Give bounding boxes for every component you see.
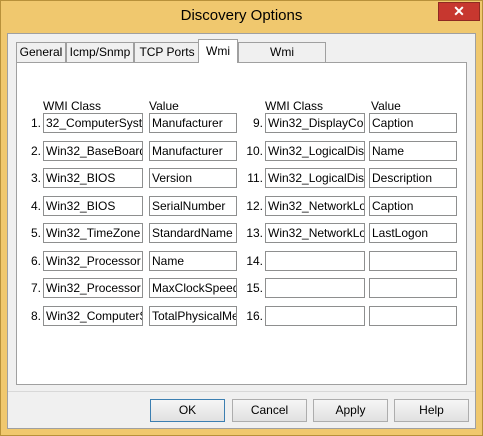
right-wmi-class-header: WMI Class bbox=[265, 99, 323, 113]
window-title: Discovery Options bbox=[180, 7, 303, 24]
wmi-class-input[interactable]: Win32_NetworkLogi bbox=[265, 223, 365, 243]
wmi-value-input[interactable]: MaxClockSpeed bbox=[149, 278, 237, 298]
wmi-value-input[interactable]: Name bbox=[369, 141, 457, 161]
wmi-class-input[interactable]: 32_ComputerSystem bbox=[43, 113, 143, 133]
wmi-class-input[interactable]: Win32_LogicalDisk bbox=[265, 141, 365, 161]
row-number: 16. bbox=[246, 309, 263, 323]
wmi-value-input[interactable]: SerialNumber bbox=[149, 196, 237, 216]
close-icon: ✕ bbox=[453, 3, 465, 19]
close-button[interactable]: ✕ bbox=[438, 2, 480, 21]
wmi-value-input[interactable] bbox=[369, 251, 457, 271]
button-row-separator bbox=[8, 391, 475, 392]
tab-wmi-credentials[interactable]: Wmi Credentials bbox=[238, 42, 326, 77]
left-value-header: Value bbox=[149, 99, 179, 113]
dialog-client-area: General Icmp/Snmp TCP Ports Wmi Wmi Cred… bbox=[7, 33, 476, 429]
row-number: 8. bbox=[30, 309, 41, 323]
row-number: 13. bbox=[246, 226, 263, 240]
wmi-class-input[interactable]: Win32_BIOS bbox=[43, 168, 143, 188]
wmi-class-input[interactable]: Win32_Processor bbox=[43, 278, 143, 298]
title-bar[interactable]: Discovery Options ✕ bbox=[1, 1, 482, 33]
wmi-value-input[interactable]: LastLogon bbox=[369, 223, 457, 243]
wmi-value-input[interactable] bbox=[369, 306, 457, 326]
wmi-value-input[interactable]: TotalPhysicalMem bbox=[149, 306, 237, 326]
row-number: 4. bbox=[30, 199, 41, 213]
discovery-options-window: Discovery Options ✕ General Icmp/Snmp TC… bbox=[0, 0, 483, 436]
wmi-value-input[interactable]: Manufacturer bbox=[149, 113, 237, 133]
wmi-class-input[interactable]: Win32_DisplayConfi bbox=[265, 113, 365, 133]
left-wmi-class-header: WMI Class bbox=[43, 99, 101, 113]
tab-wmi[interactable]: Wmi bbox=[198, 39, 238, 63]
wmi-value-input[interactable]: Caption bbox=[369, 196, 457, 216]
wmi-value-input[interactable] bbox=[369, 278, 457, 298]
help-button[interactable]: Help bbox=[394, 399, 469, 422]
tab-tcp-ports[interactable]: TCP Ports bbox=[134, 42, 200, 62]
row-number: 2. bbox=[30, 144, 41, 158]
row-number: 11. bbox=[247, 171, 263, 185]
wmi-class-input[interactable]: Win32_TimeZone bbox=[43, 223, 143, 243]
row-number: 9. bbox=[252, 116, 263, 130]
row-number: 12. bbox=[246, 199, 263, 213]
row-number: 14. bbox=[246, 254, 263, 268]
row-number: 5. bbox=[30, 226, 41, 240]
tab-icmp-snmp[interactable]: Icmp/Snmp bbox=[66, 42, 134, 62]
row-number: 10. bbox=[246, 144, 263, 158]
row-number: 7. bbox=[30, 281, 41, 295]
wmi-class-input[interactable]: Win32_BaseBoard bbox=[43, 141, 143, 161]
wmi-class-input[interactable]: Win32_Processor bbox=[43, 251, 143, 271]
wmi-value-input[interactable]: Manufacturer bbox=[149, 141, 237, 161]
wmi-class-input[interactable]: Win32_LogicalDisk bbox=[265, 168, 365, 188]
tab-general[interactable]: General bbox=[16, 42, 66, 62]
wmi-class-input[interactable]: Win32_ComputerSys bbox=[43, 306, 143, 326]
row-number: 3. bbox=[30, 171, 41, 185]
apply-button[interactable]: Apply bbox=[313, 399, 388, 422]
wmi-tab-panel: WMI Class Value WMI Class Value 1. 32_Co… bbox=[16, 62, 467, 385]
wmi-value-input[interactable]: Version bbox=[149, 168, 237, 188]
wmi-class-input[interactable] bbox=[265, 251, 365, 271]
row-number: 6. bbox=[30, 254, 41, 268]
wmi-value-input[interactable]: Name bbox=[149, 251, 237, 271]
right-value-header: Value bbox=[371, 99, 401, 113]
wmi-class-input[interactable]: Win32_BIOS bbox=[43, 196, 143, 216]
wmi-value-input[interactable]: Description bbox=[369, 168, 457, 188]
cancel-button[interactable]: Cancel bbox=[232, 399, 307, 422]
row-number: 1. bbox=[30, 116, 41, 130]
wmi-class-input[interactable] bbox=[265, 306, 365, 326]
wmi-class-input[interactable]: Win32_NetworkLogi bbox=[265, 196, 365, 216]
wmi-value-input[interactable]: StandardName bbox=[149, 223, 237, 243]
row-number: 15. bbox=[246, 281, 263, 295]
ok-button[interactable]: OK bbox=[150, 399, 225, 422]
wmi-value-input[interactable]: Caption bbox=[369, 113, 457, 133]
wmi-class-input[interactable] bbox=[265, 278, 365, 298]
